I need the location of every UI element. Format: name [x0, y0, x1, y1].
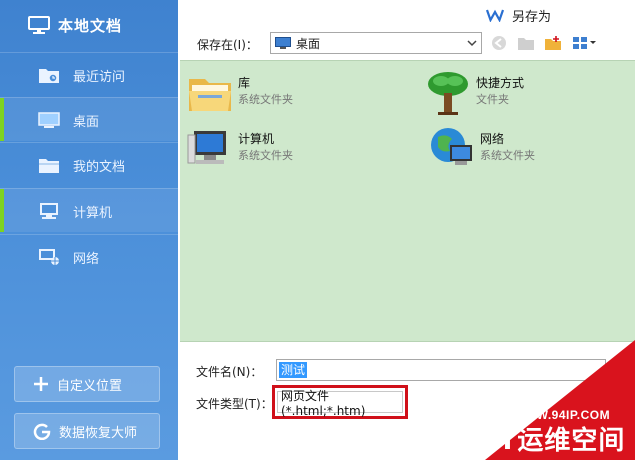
sidebar-item-label: 计算机 [73, 206, 113, 221]
sidebar-item-computer[interactable]: 计算机 [0, 188, 178, 232]
desktop-icon [275, 37, 291, 49]
watermark-url: WWW.94IP.COM [513, 408, 611, 422]
custom-location-label: 自定义位置 [57, 378, 123, 394]
sidebar-item-desktop[interactable]: 桌面 [0, 97, 178, 141]
sidebar-title: 本地文档 [58, 16, 123, 35]
save-in-label: 保存在(I)： [197, 38, 258, 52]
sidebar-item-label: 最近访问 [73, 70, 126, 85]
filetype-value: 网页文件(*.html;*.htm) [281, 388, 366, 418]
file-item-shortcuts[interactable]: 快捷方式 文件夹 [424, 69, 624, 117]
network-globe-icon [431, 128, 472, 165]
view-menu-icon[interactable] [572, 35, 598, 51]
file-item-computer[interactable]: 计算机 系统文件夹 [186, 125, 386, 173]
desktop-icon [38, 112, 60, 128]
wps-writer-icon [486, 9, 504, 22]
sidebar-item-label: 桌面 [73, 115, 100, 130]
file-type: 文件夹 [476, 93, 509, 106]
sidebar-item-label: 网络 [73, 252, 100, 267]
tree-icon [428, 72, 468, 115]
sidebar-item-documents[interactable]: 我的文档 [0, 142, 178, 186]
filename-label: 文件名(N)： [196, 365, 263, 379]
file-item-library[interactable]: 库 系统文件夹 [186, 69, 386, 117]
library-folder-icon [189, 79, 231, 111]
save-in-dropdown[interactable]: 桌面 [270, 32, 482, 54]
file-name: 快捷方式 [476, 76, 525, 90]
back-arrow-icon[interactable] [490, 35, 508, 51]
custom-location-button[interactable]: 自定义位置 [14, 366, 160, 402]
filetype-label: 文件类型(T)： [196, 397, 273, 411]
filetype-dropdown[interactable]: 网页文件(*.html;*.htm) [277, 389, 403, 418]
watermark-brand: IT运维空间 [488, 426, 626, 456]
chevron-down-icon [467, 40, 477, 47]
computer-icon [187, 131, 226, 164]
file-type: 系统文件夹 [480, 149, 535, 162]
file-name: 网络 [480, 132, 505, 146]
sidebar-item-network[interactable]: 网络 [0, 234, 178, 278]
sidebar-item-recent[interactable]: 最近访问 [0, 52, 178, 96]
dialog-title-text: 另存为 [512, 9, 552, 25]
sidebar-header: 本地文档 [0, 0, 178, 50]
filename-selected-text: 测试 [279, 362, 308, 378]
file-name: 库 [238, 76, 251, 90]
recent-folder-icon [39, 69, 59, 83]
sidebar-item-label: 我的文档 [73, 160, 126, 175]
new-folder-icon[interactable] [544, 35, 562, 51]
file-type: 系统文件夹 [238, 149, 293, 162]
file-item-network[interactable]: 网络 系统文件夹 [428, 125, 628, 173]
data-recovery-button[interactable]: 数据恢复大师 [14, 413, 160, 449]
sidebar: 本地文档 最近访问 桌面 我的文档 计算机 网络 自定义位置 数据恢复大师 [0, 0, 178, 460]
documents-folder-icon [39, 159, 59, 173]
file-name: 计算机 [238, 132, 275, 146]
computer-icon [40, 203, 58, 219]
dialog-title: 另存为 [486, 5, 551, 25]
network-icon [39, 249, 59, 265]
file-list-area[interactable]: 库 系统文件夹 快捷方式 文件夹 计算机 系统文件夹 网络 系统文件夹 [180, 60, 635, 342]
up-folder-icon[interactable] [517, 35, 535, 51]
recovery-logo-icon [33, 423, 51, 440]
data-recovery-label: 数据恢复大师 [59, 425, 138, 441]
monitor-icon [28, 16, 50, 34]
file-type: 系统文件夹 [238, 93, 293, 106]
plus-icon [34, 377, 48, 391]
save-in-value: 桌面 [296, 36, 321, 51]
